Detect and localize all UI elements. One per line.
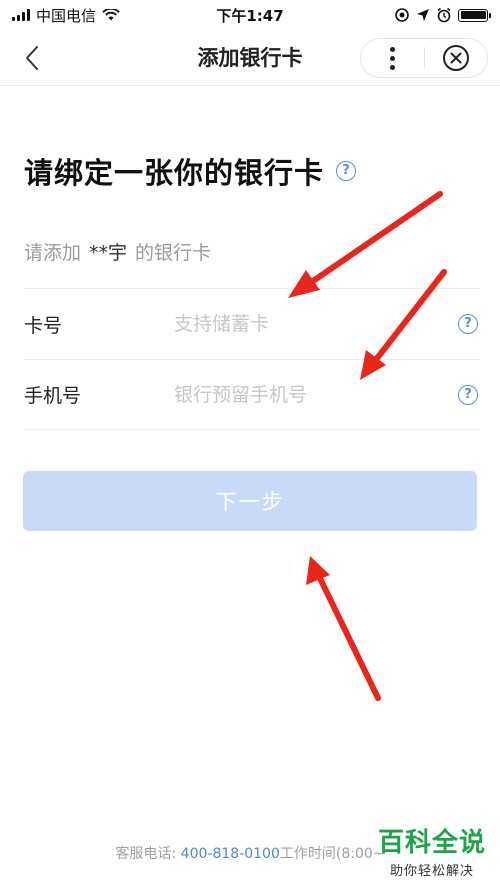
alarm-icon (437, 7, 451, 23)
watermark-title: 百科全说 (377, 828, 486, 858)
footer-prefix: 客服电话: (115, 846, 181, 862)
page-heading: 请绑定一张你的银行卡 (24, 156, 325, 190)
annotation-arrow-3 (306, 556, 381, 701)
phone-label: 手机号 (24, 385, 82, 407)
footer-hours: 工作时间(8:00~ (279, 846, 385, 862)
status-time: 下午1:47 (216, 6, 284, 25)
next-step-button[interactable]: 下一步 (23, 471, 477, 531)
signal-icon (12, 9, 30, 21)
card-number-help-icon[interactable]: ? (458, 314, 478, 334)
close-button[interactable] (425, 39, 488, 77)
service-phone-link[interactable]: 400-818-0100 (181, 846, 280, 862)
cardholder-name: **宇 (89, 242, 128, 264)
phone-help-icon[interactable]: ? (458, 384, 478, 405)
more-button[interactable] (361, 39, 424, 77)
phone-input[interactable] (174, 383, 458, 406)
battery-icon (458, 8, 491, 22)
carrier-label: 中国电信 (36, 6, 97, 25)
back-icon (26, 46, 38, 70)
card-number-input[interactable] (174, 313, 458, 335)
navigation-arrow-icon (417, 9, 429, 21)
card-number-row: 卡号 ? (24, 288, 480, 359)
location-icon (395, 8, 409, 22)
watermark-subtitle: 助你轻松解决 (389, 864, 474, 879)
close-icon (442, 45, 469, 71)
watermark: 百科全说 助你轻松解决 (378, 828, 486, 879)
annotation-arrows (288, 191, 447, 701)
prompt-suffix: 的银行卡 (135, 242, 212, 264)
status-bar: 中国电信 下午1:47 (0, 0, 500, 30)
back-button[interactable] (14, 40, 50, 76)
help-icon[interactable]: ? (336, 161, 357, 181)
cardholder-prompt: 请添加 **宇 的银行卡 (24, 238, 211, 265)
nav-bar: 添加银行卡 (0, 30, 500, 86)
wifi-icon (102, 9, 120, 21)
heading-row: 请绑定一张你的银行卡 ? (24, 150, 357, 192)
prompt-prefix: 请添加 (24, 242, 82, 264)
annotation-arrow-1 (288, 191, 443, 298)
card-number-label: 卡号 (24, 314, 63, 337)
mini-program-capsule (360, 38, 488, 78)
more-icon (389, 46, 395, 70)
phone-row: 手机号 ? (24, 359, 480, 430)
